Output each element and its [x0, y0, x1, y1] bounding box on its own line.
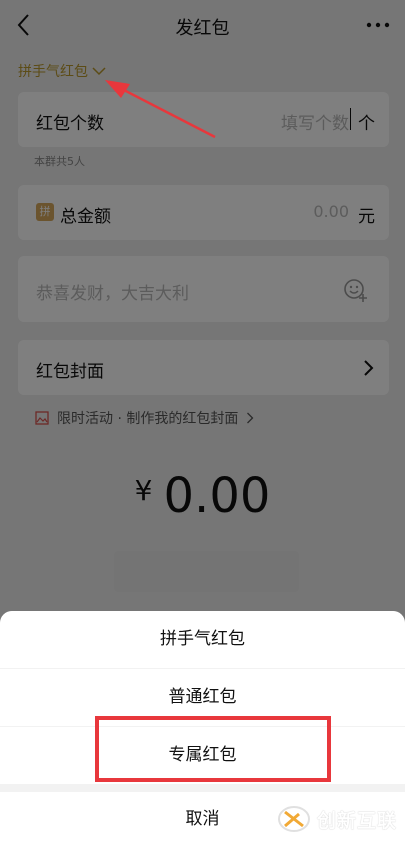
highlight-box	[95, 716, 331, 782]
watermark-text: 创新互联	[316, 809, 397, 832]
watermark: 创新互联	[277, 804, 397, 834]
watermark-logo-icon	[277, 806, 310, 832]
option-lucky-packet[interactable]: 拼手气红包	[0, 611, 405, 668]
